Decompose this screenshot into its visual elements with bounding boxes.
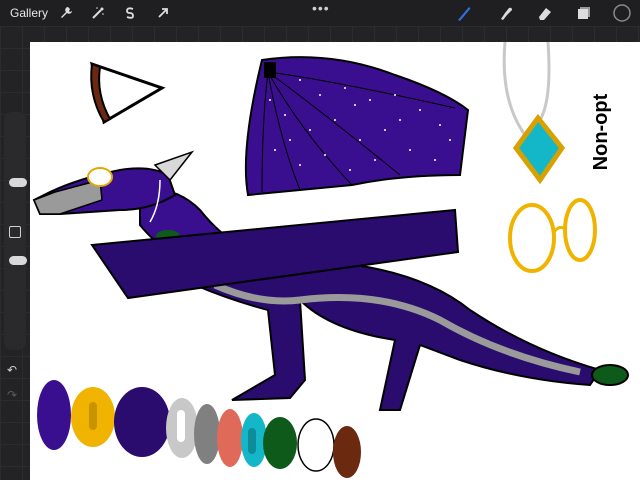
eye-sketch xyxy=(89,61,166,125)
annotation-text: Non-opt xyxy=(590,93,612,171)
color-palette xyxy=(37,380,361,478)
dragon-artwork xyxy=(32,41,629,478)
necklace xyxy=(502,41,566,185)
glasses xyxy=(508,198,597,273)
wing xyxy=(244,56,470,197)
